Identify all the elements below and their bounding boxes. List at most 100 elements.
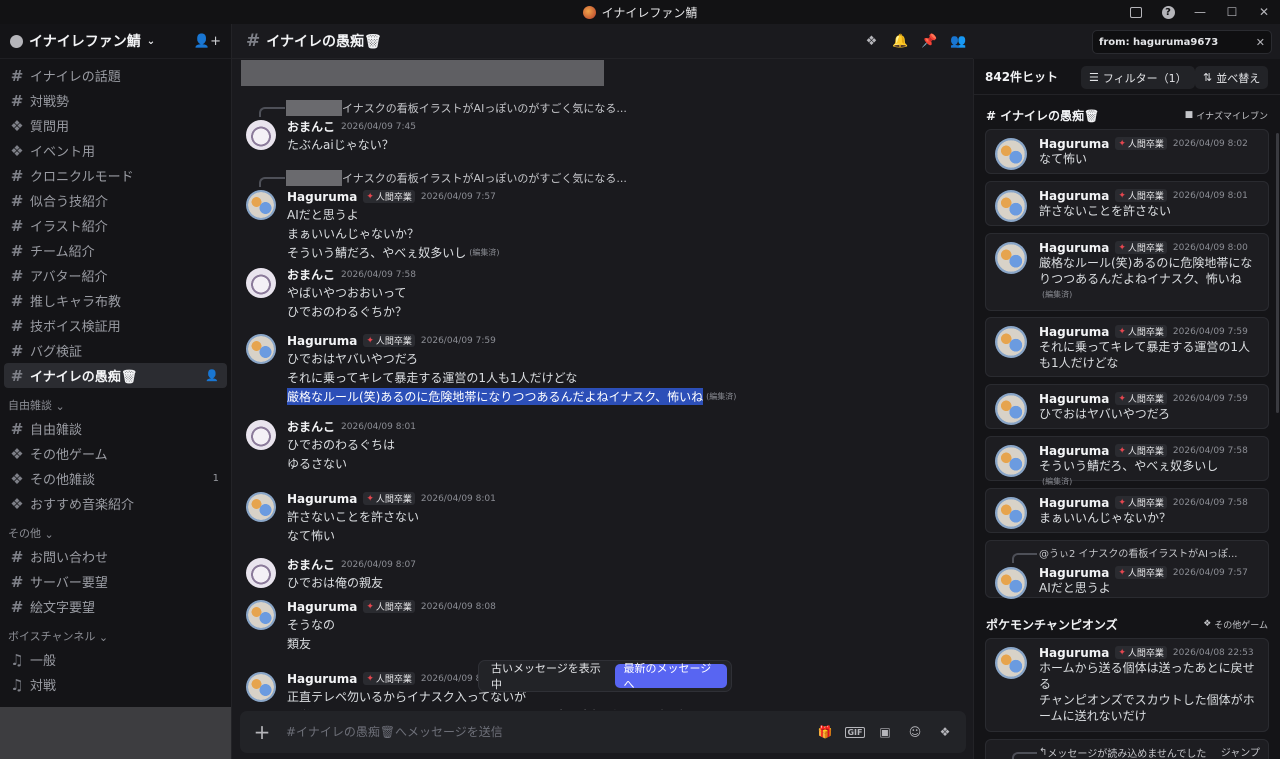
channel-item[interactable]: # 似合う技紹介: [4, 188, 227, 213]
channel-label: その他ゲーム: [30, 448, 108, 463]
message-text: そうなの: [287, 615, 335, 634]
avatar[interactable]: [246, 268, 276, 298]
minimize-button[interactable]: —: [1184, 0, 1216, 24]
threads-button[interactable]: ❖: [857, 24, 886, 59]
avatar[interactable]: [246, 334, 276, 364]
search-result-card[interactable]: @うぃ2 イナスクの看板イラストがAIっぽ... Haguruma ✦ 人間卒業 202…: [985, 540, 1269, 599]
channel-item[interactable]: # クロニクルモード: [4, 163, 227, 188]
avatar[interactable]: [246, 558, 276, 588]
avatar[interactable]: [246, 492, 276, 522]
username[interactable]: おまんこ: [287, 266, 335, 283]
gift-button[interactable]: 🎁: [814, 721, 836, 743]
search-bar[interactable]: from: haguruma9673 ✕: [1092, 30, 1272, 54]
username[interactable]: Haguruma: [287, 600, 357, 614]
category-voice[interactable]: ボイスチャンネル ⌄: [4, 625, 227, 647]
sticker-button[interactable]: ▣: [874, 721, 896, 743]
role-badge: ✦ 人間卒業: [1115, 496, 1167, 509]
username[interactable]: Haguruma: [287, 492, 357, 506]
message-input[interactable]: [286, 725, 814, 739]
result-channel-header[interactable]: ポケモンチャンピオンズ: [986, 614, 1118, 634]
channel-item[interactable]: ♫ 一般: [4, 647, 227, 672]
role-icon: ✦: [366, 191, 374, 202]
close-window-button[interactable]: ✕: [1248, 0, 1280, 24]
channel-item[interactable]: # 技ボイス検証用: [4, 313, 227, 338]
reply-text: イナスクの看板イラストがAIっぽいのがすごく気になる...: [342, 102, 627, 115]
channel-item[interactable]: # イナイレの愚痴🗑 👤: [4, 363, 227, 388]
avatar[interactable]: [246, 672, 276, 702]
category-other[interactable]: その他 ⌄: [4, 522, 227, 544]
search-result-card[interactable]: Haguruma ✦ 人間卒業 2026/04/09 7:59 ひでおはヤバいやつだろ: [985, 384, 1269, 429]
channel-item[interactable]: # バグ検証: [4, 338, 227, 363]
channel-item[interactable]: # 自由雑談: [4, 416, 227, 441]
message-header: Haguruma ✦ 人間卒業 2026/04/09 8:01: [287, 490, 496, 507]
result-channel-header[interactable]: # イナイレの愚痴🗑: [986, 105, 1099, 125]
channel-item[interactable]: ❖ イベント用: [4, 138, 227, 163]
avatar[interactable]: [246, 120, 276, 150]
channel-item[interactable]: ❖ おすすめ音楽紹介: [4, 491, 227, 516]
reply-preview[interactable]: イナスクの看板イラストがAIっぽいのがすごく気になる...: [286, 100, 627, 116]
members-button[interactable]: 👥: [944, 24, 973, 59]
role-badge: ✦ 人間卒業: [1115, 566, 1167, 579]
search-result-card[interactable]: ↰ メッセージが読み込めませんでした ジャンプ: [985, 739, 1269, 759]
channel-item[interactable]: ❖ 質問用: [4, 113, 227, 138]
channel-item[interactable]: # サーバー要望: [4, 569, 227, 594]
search-result-card[interactable]: Haguruma ✦ 人間卒業 2026/04/09 7:59 それに乗ってキレて暴走す…: [985, 317, 1269, 377]
search-result-card[interactable]: Haguruma ✦ 人間卒業 2026/04/09 8:00 厳格なルール(笑)あるの…: [985, 233, 1269, 311]
gif-button[interactable]: GIF: [844, 721, 866, 743]
username[interactable]: Haguruma: [287, 190, 357, 204]
server-header[interactable]: イナイレファン鯖 ⌄ 👤+: [0, 24, 231, 59]
username[interactable]: おまんこ: [287, 418, 335, 435]
avatar[interactable]: [246, 190, 276, 220]
channel-item[interactable]: # イナイレの話題: [4, 63, 227, 88]
search-result-card[interactable]: Haguruma ✦ 人間卒業 2026/04/09 7:58 そういう鯖だろ、やべぇ奴…: [985, 436, 1269, 486]
invite-people-icon[interactable]: 👤+: [194, 34, 221, 49]
maximize-button[interactable]: ☐: [1216, 0, 1248, 24]
message-text: それに乗ってキレて暴走する運営の1人も1人だけどな: [287, 368, 577, 387]
help-button[interactable]: ?: [1152, 0, 1184, 24]
channel-item[interactable]: # 絵文字要望: [4, 594, 227, 619]
emoji-button[interactable]: ☺: [904, 721, 926, 743]
channel-item[interactable]: ♫ 対戦: [4, 672, 227, 697]
results-scrollbar[interactable]: [1276, 133, 1279, 413]
channel-item[interactable]: ❖ その他雑談 1: [4, 466, 227, 491]
reply-arrow-icon: ↰: [1039, 746, 1048, 758]
clear-search-icon[interactable]: ✕: [1256, 36, 1265, 49]
sort-button[interactable]: ⇅ 並べ替え: [1195, 66, 1269, 89]
username[interactable]: おまんこ: [287, 556, 335, 573]
username: Haguruma: [1039, 188, 1110, 203]
role-icon: ✦: [366, 673, 374, 684]
jump-link[interactable]: ジャンプ: [1221, 744, 1260, 759]
channel-item[interactable]: ❖ その他ゲーム: [4, 441, 227, 466]
username[interactable]: Haguruma: [287, 334, 357, 348]
result-text-line: ホームから送る個体は送ったあとに戻せる: [1039, 661, 1255, 691]
message-list[interactable]: イナスクの看板イラストがAIっぽいのがすごく気になる... おまんこ 2026/04…: [232, 60, 974, 710]
avatar[interactable]: [246, 420, 276, 450]
channel-item[interactable]: # 推しキャラ布教: [4, 288, 227, 313]
channel-item[interactable]: # 対戦勢: [4, 88, 227, 113]
username[interactable]: おまんこ: [287, 118, 335, 135]
search-result-card[interactable]: Haguruma ✦ 人間卒業 2026/04/09 8:02 なて怖い: [985, 129, 1269, 174]
invite-icon[interactable]: 👤: [205, 369, 219, 382]
speaker-icon: ♫: [10, 650, 24, 669]
channel-item[interactable]: # お問い合わせ: [4, 544, 227, 569]
avatar[interactable]: [246, 600, 276, 630]
image-attachment[interactable]: [241, 60, 604, 86]
search-result-card[interactable]: Haguruma ✦ 人間卒業 2026/04/08 22:53 ホームから送る個体は送…: [985, 638, 1269, 732]
channel-item[interactable]: # アバター紹介: [4, 263, 227, 288]
search-result-card[interactable]: Haguruma ✦ 人間卒業 2026/04/09 7:58 まぁいいんじゃないか？: [985, 488, 1269, 533]
filter-button[interactable]: ☰ フィルター（1）: [1081, 66, 1195, 89]
server-icon: [10, 34, 23, 48]
pins-button[interactable]: 📌: [915, 24, 944, 59]
notifications-button[interactable]: 🔔: [886, 24, 915, 59]
search-result-card[interactable]: Haguruma ✦ 人間卒業 2026/04/09 8:01 許さないことを許さない: [985, 181, 1269, 226]
reply-preview[interactable]: イナスクの看板イラストがAIっぽいのがすごく気になる...: [286, 170, 627, 186]
sort-icon: ⇅: [1203, 71, 1213, 84]
attach-plus-icon[interactable]: +: [250, 720, 274, 744]
username[interactable]: Haguruma: [287, 672, 357, 686]
inbox-button[interactable]: [1120, 0, 1152, 24]
channel-item[interactable]: # イラスト紹介: [4, 213, 227, 238]
category-free[interactable]: 自由雑談 ⌄: [4, 394, 227, 416]
jump-to-present-button[interactable]: 最新のメッセージへ: [614, 662, 727, 691]
apps-button[interactable]: ❖: [934, 721, 956, 743]
channel-item[interactable]: # チーム紹介: [4, 238, 227, 263]
